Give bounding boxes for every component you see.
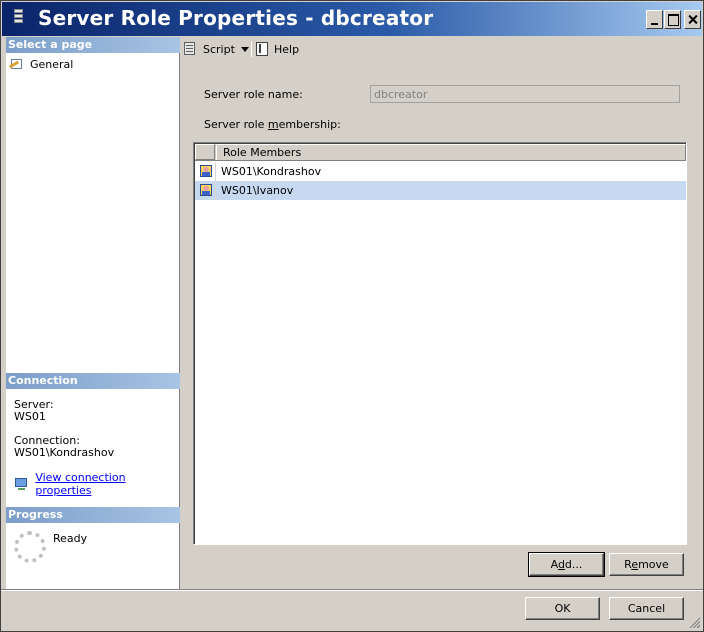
- help-label: Help: [274, 42, 300, 56]
- user-icon: [197, 182, 215, 198]
- progress-status: Ready: [53, 532, 88, 545]
- maximize-button[interactable]: [664, 10, 681, 29]
- table-row[interactable]: WS01\Kondrashov: [195, 162, 686, 181]
- script-dropdown-icon[interactable]: [240, 46, 249, 52]
- close-icon: [685, 11, 700, 28]
- minimize-icon: [647, 11, 662, 28]
- cancel-button[interactable]: Cancel: [609, 597, 684, 620]
- connection-properties-icon: [14, 477, 29, 491]
- grid-header: Role Members: [195, 144, 686, 161]
- toolbar: Script Help: [181, 37, 702, 61]
- toolbar-separator: [251, 41, 252, 57]
- view-connection-properties-text[interactable]: View connection properties: [35, 471, 179, 497]
- connection-header: Connection: [6, 373, 180, 389]
- minimize-button[interactable]: [646, 10, 663, 29]
- progress-header: Progress: [6, 507, 180, 523]
- script-label: Script: [203, 42, 235, 56]
- connection-value: WS01\Kondrashov: [14, 446, 115, 459]
- membership-label: Server role membership:: [204, 118, 341, 131]
- window-title: Server Role Properties - dbcreator: [38, 6, 434, 30]
- help-icon: [255, 42, 271, 56]
- script-icon: [183, 42, 199, 56]
- title-bar[interactable]: Server Role Properties - dbcreator: [2, 2, 702, 36]
- user-icon: [197, 163, 215, 179]
- select-page-header: Select a page: [6, 37, 180, 53]
- page-item-general[interactable]: General: [8, 57, 74, 71]
- page-item-label: General: [30, 57, 74, 71]
- general-page-icon: [8, 58, 25, 70]
- view-connection-properties-link[interactable]: View connection properties: [14, 471, 179, 497]
- remove-button[interactable]: Remove: [609, 553, 684, 576]
- add-button[interactable]: Add...: [528, 552, 605, 577]
- footer-separator: [1, 589, 703, 591]
- script-button[interactable]: Script: [183, 41, 249, 57]
- ok-button[interactable]: OK: [525, 597, 600, 620]
- general-page: Server role name: Server role membership…: [181, 63, 702, 589]
- role-name-field[interactable]: [370, 85, 680, 103]
- progress-spinner-icon: [14, 531, 46, 563]
- role-name-label: Server role name:: [204, 88, 303, 101]
- maximize-icon: [665, 11, 680, 28]
- server-value: WS01: [14, 410, 46, 423]
- left-pane: Select a page General Connection Server:…: [6, 37, 180, 589]
- role-members-grid[interactable]: Role Members WS01\Kondrashov WS01\Ivanov: [193, 142, 687, 545]
- column-header-role-members[interactable]: Role Members: [216, 144, 686, 160]
- server-role-properties-dialog: Server Role Properties - dbcreator Selec…: [0, 0, 704, 632]
- role-member-name: WS01\Kondrashov: [221, 165, 322, 178]
- table-row[interactable]: WS01\Ivanov: [195, 181, 686, 200]
- help-button[interactable]: Help: [255, 41, 299, 57]
- resize-grip-icon[interactable]: [688, 616, 700, 628]
- row-header-cell: [195, 144, 215, 160]
- close-button[interactable]: [684, 10, 701, 29]
- role-member-name: WS01\Ivanov: [221, 184, 294, 197]
- server-role-icon: [14, 9, 23, 29]
